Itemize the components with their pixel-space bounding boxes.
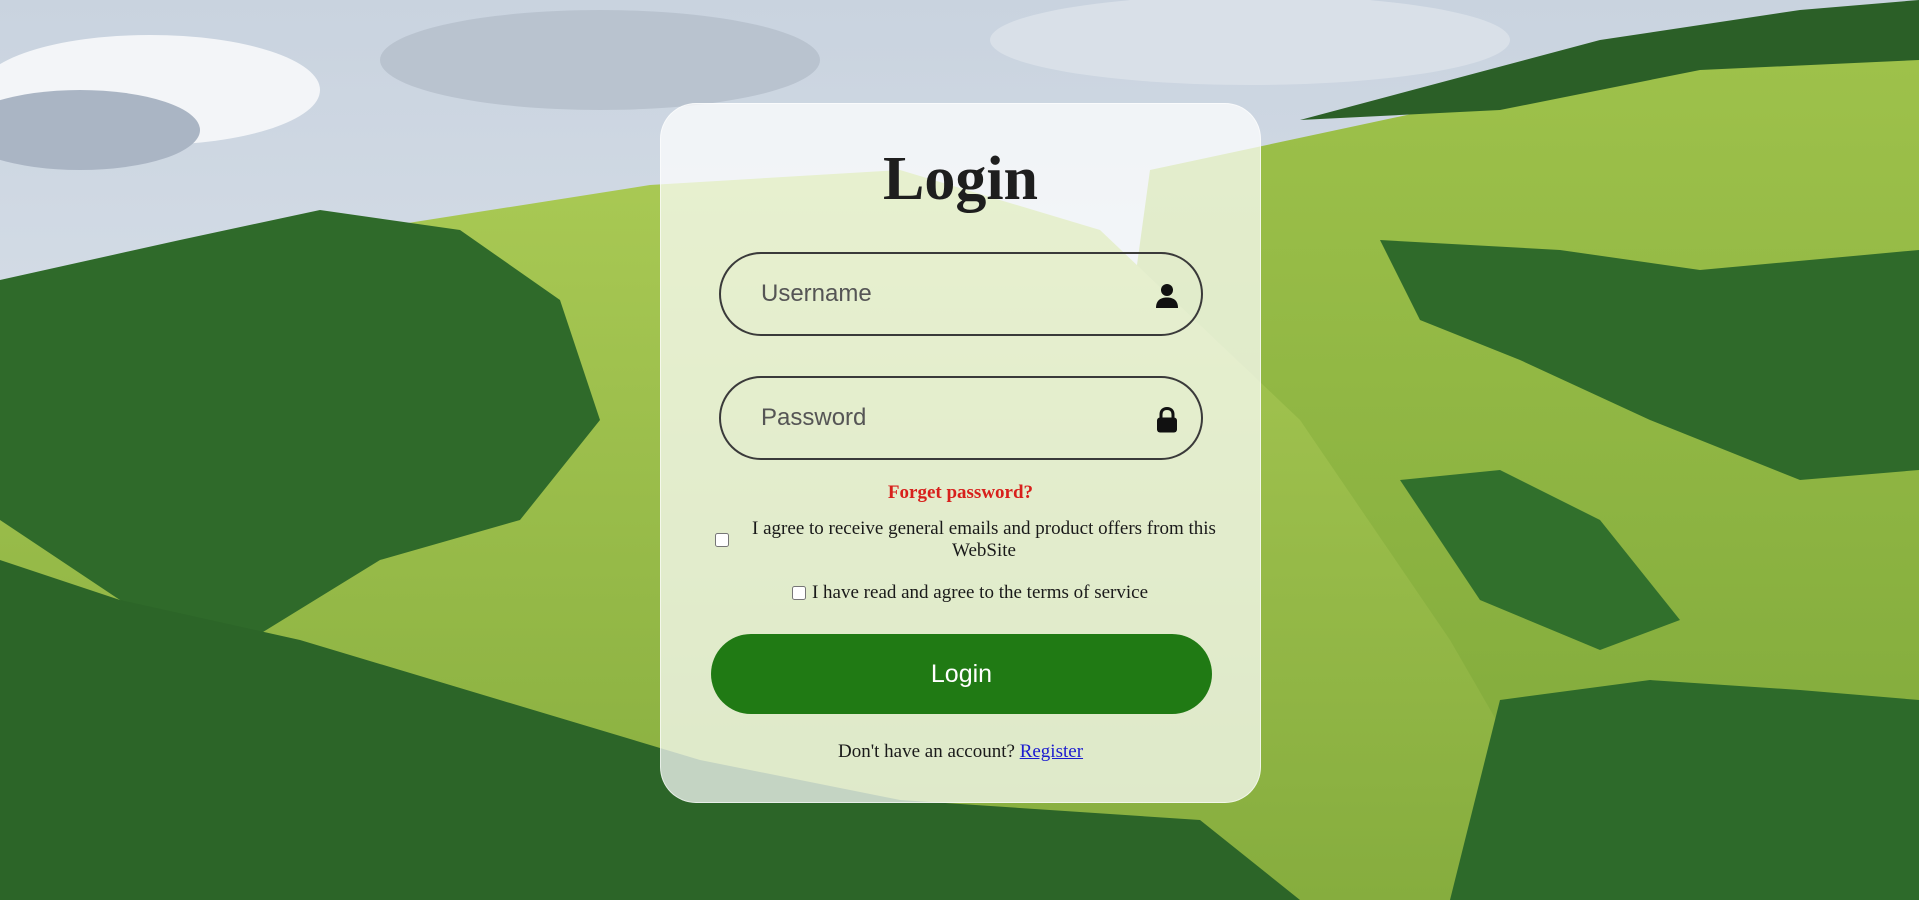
password-field-wrapper [719,376,1203,460]
username-field-wrapper [719,252,1203,336]
register-prompt: Don't have an account? Register [661,741,1260,763]
login-button[interactable]: Login [711,634,1212,714]
login-card: Login Forget password? I agree to receiv… [660,103,1261,803]
page-title: Login [882,145,1039,213]
agree-terms-row: I have read and agree to the terms of se… [715,582,1225,604]
username-input[interactable] [721,254,1201,334]
agree-emails-label: I agree to receive general emails and pr… [752,518,1216,561]
lock-icon [1153,406,1181,434]
agree-emails-checkbox[interactable] [715,533,729,547]
agree-terms-label: I have read and agree to the terms of se… [811,582,1149,603]
agree-terms-checkbox[interactable] [791,586,806,600]
password-input[interactable] [721,378,1201,458]
register-link[interactable]: Register [1020,741,1083,762]
no-account-text: Don't have an account? [837,741,1020,762]
forgot-password-link[interactable]: Forget password? [661,482,1260,504]
user-icon [1153,282,1181,310]
agree-emails-row: I agree to receive general emails and pr… [715,518,1225,562]
